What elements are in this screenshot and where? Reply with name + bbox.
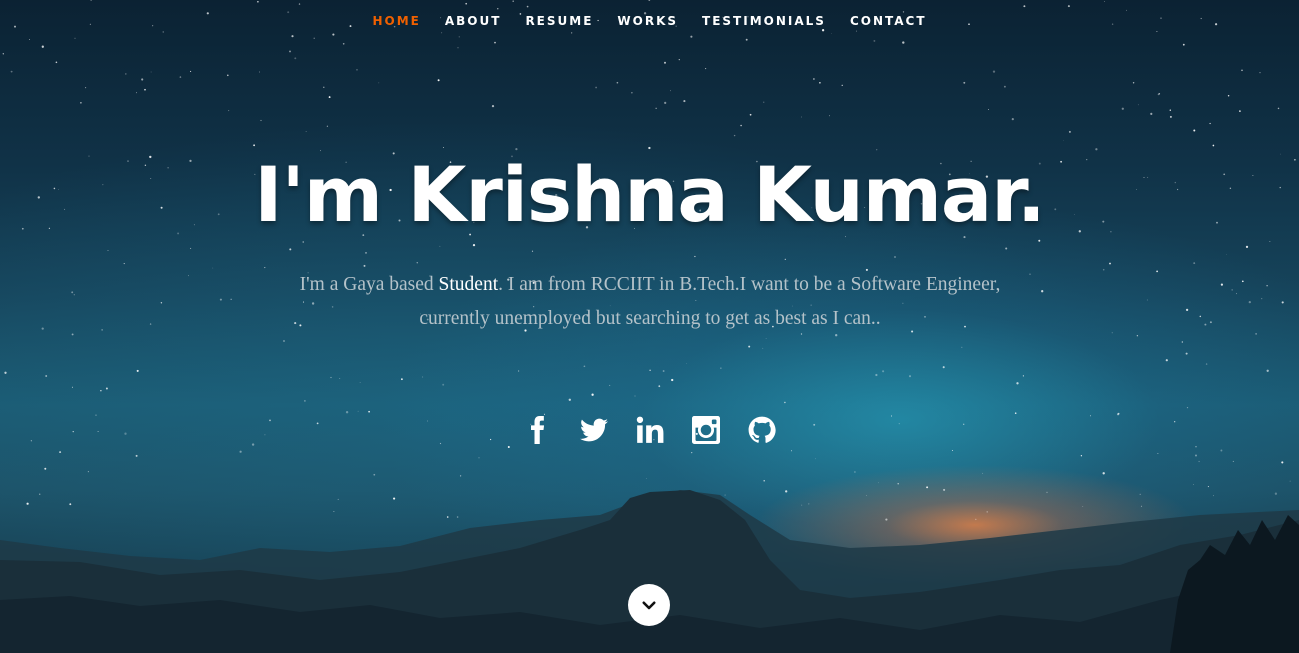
github-link[interactable] bbox=[744, 412, 780, 448]
facebook-icon bbox=[530, 416, 544, 444]
hero-description: I'm a Gaya based Student. I am from RCCI… bbox=[295, 268, 1005, 336]
nav-item-testimonials[interactable]: TESTIMONIALS bbox=[702, 14, 826, 28]
nav-item-resume[interactable]: RESUME bbox=[525, 14, 593, 28]
linkedin-icon bbox=[636, 416, 663, 443]
main-nav: HOME ABOUT RESUME WORKS TESTIMONIALS CON… bbox=[0, 0, 1299, 42]
hero-description-intro: I'm a Gaya based bbox=[299, 274, 439, 295]
instagram-icon bbox=[691, 416, 720, 444]
social-links bbox=[0, 412, 1299, 448]
nav-item-home[interactable]: HOME bbox=[372, 14, 420, 28]
scroll-down-button[interactable] bbox=[628, 584, 670, 626]
hero-description-rest: . I am from RCCIIT in B.Tech.I want to b… bbox=[419, 274, 1001, 329]
github-icon bbox=[748, 416, 776, 443]
nav-item-works[interactable]: WORKS bbox=[617, 14, 678, 28]
twitter-icon bbox=[579, 418, 608, 442]
hero-description-highlight: Student bbox=[438, 274, 499, 295]
hero-title: I'm Krishna Kumar. bbox=[254, 150, 1045, 239]
linkedin-link[interactable] bbox=[632, 412, 668, 448]
facebook-link[interactable] bbox=[520, 412, 556, 448]
instagram-link[interactable] bbox=[688, 412, 724, 448]
twitter-link[interactable] bbox=[576, 412, 612, 448]
nav-item-about[interactable]: ABOUT bbox=[445, 14, 502, 28]
nav-item-contact[interactable]: CONTACT bbox=[850, 14, 927, 28]
chevron-down-icon bbox=[642, 601, 656, 610]
